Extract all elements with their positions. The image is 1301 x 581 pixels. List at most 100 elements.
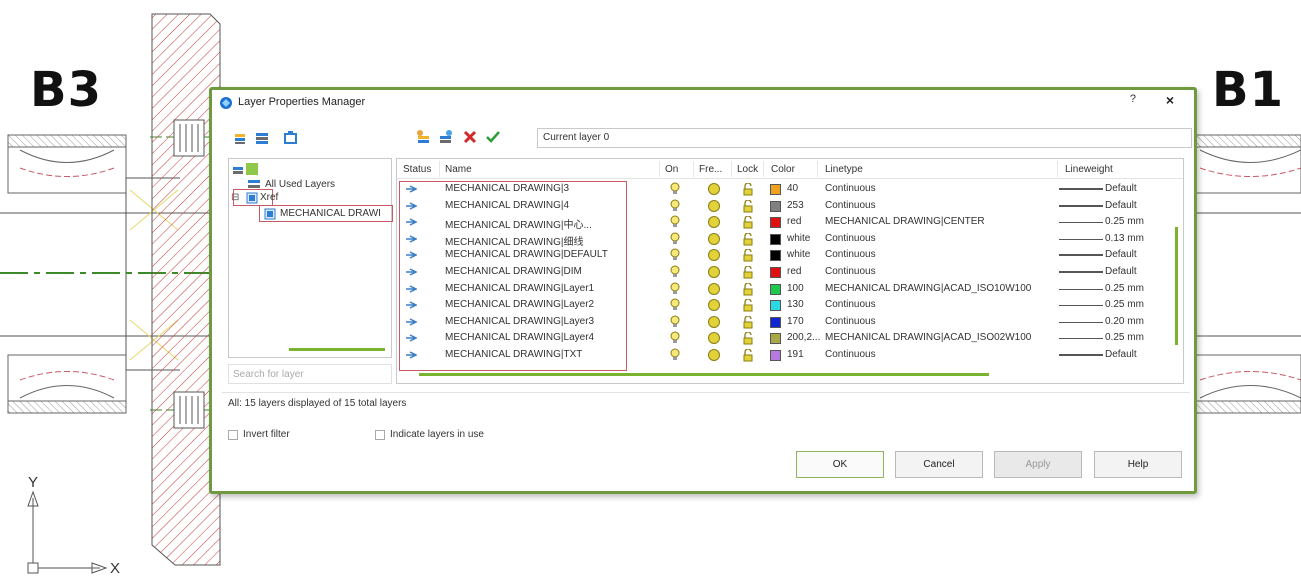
layer-color-swatch[interactable] — [770, 184, 781, 195]
layer-row[interactable]: MECHANICAL DRAWING|Layer3 170 Continuous 0.… — [397, 314, 1167, 330]
grid-vertical-scrollbar[interactable] — [1175, 227, 1178, 345]
layer-lineweight[interactable]: 0.25 mm — [1105, 299, 1144, 310]
lightbulb-on-icon[interactable] — [670, 331, 680, 345]
ok-button[interactable]: OK — [796, 451, 884, 478]
layer-name[interactable]: MECHANICAL DRAWING|DIM — [445, 266, 582, 277]
lightbulb-on-icon[interactable] — [670, 298, 680, 312]
sun-thawed-icon[interactable] — [708, 299, 720, 312]
layer-color-name[interactable]: 200,2... — [787, 332, 820, 343]
layer-color-name[interactable]: 130 — [787, 299, 804, 310]
layer-status-icon[interactable] — [405, 301, 417, 309]
layer-name[interactable]: MECHANICAL DRAWING|TXT — [445, 349, 582, 360]
lightbulb-on-icon[interactable] — [670, 315, 680, 329]
unlocked-padlock-icon[interactable] — [742, 315, 754, 329]
lightbulb-on-icon[interactable] — [670, 199, 680, 213]
layer-linetype[interactable]: Continuous — [825, 200, 876, 211]
layer-name[interactable]: MECHANICAL DRAWING|DEFAULT — [445, 249, 608, 260]
sun-thawed-icon[interactable] — [708, 349, 720, 361]
new-group-filter-icon[interactable] — [254, 128, 272, 146]
layer-color-swatch[interactable] — [770, 283, 781, 295]
column-header-on[interactable]: On — [665, 164, 678, 175]
layer-linetype[interactable]: MECHANICAL DRAWING|ACAD_ISO02W100 — [825, 332, 1031, 343]
column-header-color[interactable]: Color — [771, 164, 795, 175]
layer-color-swatch[interactable] — [770, 316, 781, 328]
layer-name[interactable]: MECHANICAL DRAWING|Layer4 — [445, 332, 594, 343]
tree-scrollbar[interactable] — [289, 348, 385, 351]
layer-status-icon[interactable] — [405, 218, 417, 226]
layer-lineweight[interactable]: 0.20 mm — [1105, 316, 1144, 327]
layer-status-icon[interactable] — [405, 235, 417, 243]
help-button[interactable]: Help — [1094, 451, 1182, 478]
layer-name[interactable]: MECHANICAL DRAWING|Layer3 — [445, 316, 594, 327]
layer-color-name[interactable]: 170 — [787, 316, 804, 327]
layer-list-grid[interactable]: Status Name On Fre... Lock Color Linetyp… — [396, 158, 1184, 384]
layer-name[interactable]: MECHANICAL DRAWING|4 — [445, 200, 569, 211]
layer-lineweight[interactable]: Default — [1105, 249, 1137, 260]
layer-lineweight[interactable]: Default — [1105, 200, 1137, 211]
column-header-lineweight[interactable]: Lineweight — [1065, 164, 1113, 175]
unlocked-padlock-icon[interactable] — [742, 266, 754, 279]
layer-color-name[interactable]: red — [787, 216, 801, 227]
layer-linetype[interactable]: Continuous — [825, 349, 876, 360]
layer-color-name[interactable]: 100 — [787, 283, 804, 294]
layer-lineweight[interactable]: 0.25 mm — [1105, 283, 1144, 294]
grid-horizontal-scrollbar[interactable] — [419, 373, 989, 376]
layer-color-name[interactable]: 253 — [787, 200, 804, 211]
lightbulb-on-icon[interactable] — [670, 348, 680, 362]
unlocked-padlock-icon[interactable] — [742, 282, 754, 296]
layer-lineweight[interactable]: Default — [1105, 183, 1137, 194]
layer-status-icon[interactable] — [405, 251, 417, 260]
layer-linetype[interactable]: MECHANICAL DRAWING|CENTER — [825, 216, 985, 227]
layer-color-swatch[interactable] — [770, 250, 781, 262]
unlocked-padlock-icon[interactable] — [742, 332, 754, 345]
help-question-icon[interactable]: ? — [1130, 93, 1136, 105]
sun-thawed-icon[interactable] — [708, 183, 720, 195]
layer-linetype[interactable]: MECHANICAL DRAWING|ACAD_ISO10W100 — [825, 283, 1031, 294]
lightbulb-on-icon[interactable] — [670, 265, 680, 279]
layer-linetype[interactable]: Continuous — [825, 233, 876, 244]
tree-item-mechanical-drawing[interactable]: MECHANICAL DRAWI — [259, 205, 393, 222]
layer-color-name[interactable]: white — [787, 233, 810, 244]
layer-status-icon[interactable] — [405, 201, 417, 210]
layer-row[interactable]: MECHANICAL DRAWING|DEFAULT white Continuou… — [397, 247, 1167, 263]
layer-row[interactable]: MECHANICAL DRAWING|TXT 191 Continuous Defau… — [397, 347, 1167, 363]
column-header-status[interactable]: Status — [403, 164, 431, 175]
layer-name[interactable]: MECHANICAL DRAWING|3 — [445, 183, 569, 194]
search-for-layer-input[interactable]: Search for layer — [228, 364, 392, 384]
indicate-layers-in-use-checkbox[interactable] — [375, 430, 385, 440]
layer-name[interactable]: MECHANICAL DRAWING|Layer1 — [445, 283, 594, 294]
close-icon[interactable]: × — [1166, 92, 1174, 108]
cancel-button[interactable]: Cancel — [895, 451, 983, 478]
delete-layer-icon[interactable] — [461, 128, 479, 146]
title-bar[interactable]: Layer Properties Manager ? × — [212, 90, 1194, 116]
sun-thawed-icon[interactable] — [708, 282, 720, 295]
unlocked-padlock-icon[interactable] — [742, 249, 754, 262]
layer-status-icon[interactable] — [405, 351, 417, 359]
layer-linetype[interactable]: Continuous — [825, 316, 876, 327]
layer-color-name[interactable]: 40 — [787, 183, 798, 194]
unlocked-padlock-icon[interactable] — [742, 232, 754, 246]
column-header-freeze[interactable]: Fre... — [699, 164, 722, 175]
layer-status-icon[interactable] — [405, 334, 417, 343]
sun-thawed-icon[interactable] — [708, 216, 720, 229]
filter-tree-panel[interactable]: All Used Layers ⊟ Xref MECHANICAL DRAWI — [228, 158, 393, 358]
layer-row[interactable]: MECHANICAL DRAWING|细线 white Continuous 0.13… — [397, 231, 1167, 248]
layer-lineweight[interactable]: 0.25 mm — [1105, 332, 1144, 343]
layer-row[interactable]: MECHANICAL DRAWING|3 40 Continuous Default — [397, 181, 1167, 197]
layer-color-swatch[interactable] — [770, 267, 781, 278]
tree-item-all-used-layers[interactable]: All Used Layers — [265, 179, 335, 190]
layer-lineweight[interactable]: 0.25 mm — [1105, 216, 1144, 227]
unlocked-padlock-icon[interactable] — [742, 183, 754, 196]
unlocked-padlock-icon[interactable] — [742, 299, 754, 312]
sun-thawed-icon[interactable] — [708, 199, 720, 212]
new-layer-icon[interactable] — [415, 128, 433, 146]
layer-name[interactable]: MECHANICAL DRAWING|中心... — [445, 216, 592, 231]
layer-status-icon[interactable] — [405, 185, 417, 193]
layer-color-swatch[interactable] — [770, 333, 781, 345]
layer-row[interactable]: MECHANICAL DRAWING|Layer1 100 MECHANICAL D… — [397, 281, 1167, 297]
layer-row[interactable]: MECHANICAL DRAWING|Layer4 200,2... MECHANI… — [397, 330, 1167, 346]
layer-status-icon[interactable] — [405, 268, 417, 276]
layer-lineweight[interactable]: Default — [1105, 266, 1137, 277]
layer-linetype[interactable]: Continuous — [825, 249, 876, 260]
layer-color-name[interactable]: red — [787, 266, 801, 277]
